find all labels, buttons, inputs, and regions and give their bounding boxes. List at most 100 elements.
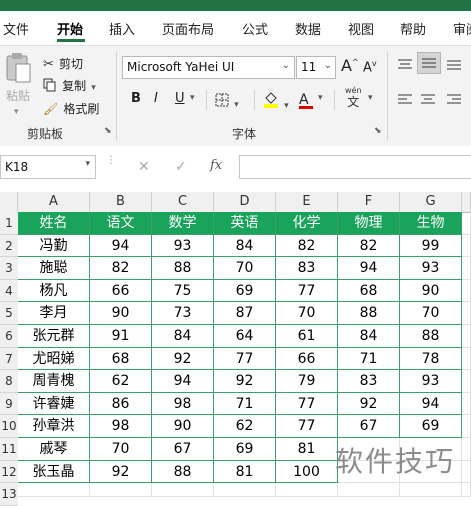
table-cell[interactable]: 75 <box>152 280 214 302</box>
table-cell[interactable] <box>462 302 471 325</box>
table-cell[interactable]: 99 <box>400 235 462 257</box>
table-cell[interactable]: 87 <box>214 302 276 325</box>
table-cell[interactable]: 84 <box>152 325 214 348</box>
column-header-e[interactable]: E <box>276 192 338 212</box>
column-header-d[interactable]: D <box>214 192 276 212</box>
table-cell[interactable]: 64 <box>214 325 276 348</box>
table-cell[interactable] <box>462 235 471 257</box>
table-cell[interactable] <box>462 483 471 497</box>
table-cell[interactable]: 69 <box>214 438 276 461</box>
chevron-down-icon[interactable]: ▾ <box>190 93 195 103</box>
table-cell[interactable]: 92 <box>152 348 214 370</box>
table-cell[interactable]: 62 <box>214 415 276 438</box>
table-cell[interactable]: 98 <box>90 415 152 438</box>
row-header-10[interactable]: 10 <box>0 415 18 438</box>
table-cell[interactable]: 82 <box>276 235 338 257</box>
table-cell[interactable]: 93 <box>152 235 214 257</box>
table-cell[interactable]: 81 <box>214 461 276 483</box>
column-header-b[interactable]: B <box>90 192 152 212</box>
font-size-select[interactable]: 11 ⌄ <box>296 56 336 79</box>
tab-1[interactable]: 开始 <box>57 19 83 38</box>
table-cell[interactable]: 67 <box>338 415 400 438</box>
table-cell[interactable]: 71 <box>214 393 276 415</box>
table-cell[interactable] <box>462 257 471 280</box>
grow-font-button[interactable]: A^ <box>341 56 359 75</box>
row-header-3[interactable]: 3 <box>0 257 18 280</box>
format-painter-button[interactable]: 🖌 格式刷 <box>43 98 99 116</box>
table-cell[interactable]: 83 <box>276 257 338 280</box>
table-cell[interactable]: 77 <box>214 348 276 370</box>
table-cell[interactable]: 69 <box>214 280 276 302</box>
table-cell[interactable] <box>462 461 471 483</box>
table-cell[interactable]: 杨凡 <box>18 280 90 302</box>
italic-button[interactable]: I <box>154 91 158 106</box>
table-cell[interactable]: 61 <box>276 325 338 348</box>
font-color-button[interactable]: A <box>299 89 313 109</box>
table-cell[interactable]: 91 <box>90 325 152 348</box>
table-cell[interactable]: 92 <box>90 461 152 483</box>
column-header-f[interactable]: F <box>338 192 400 212</box>
table-cell[interactable]: 戚琴 <box>18 438 90 461</box>
table-cell[interactable] <box>462 348 471 370</box>
table-cell[interactable] <box>276 483 338 497</box>
table-cell[interactable]: 93 <box>400 257 462 280</box>
table-cell[interactable]: 70 <box>90 438 152 461</box>
paste-dropdown[interactable]: ▾ <box>14 107 19 117</box>
tab-6[interactable]: 视图 <box>348 19 374 38</box>
table-cell[interactable] <box>462 415 471 438</box>
table-cell[interactable]: 77 <box>276 415 338 438</box>
chevron-down-icon[interactable]: ▾ <box>368 93 373 103</box>
dialog-launcher-icon[interactable]: ⬊ <box>374 126 382 136</box>
table-cell[interactable]: 70 <box>214 257 276 280</box>
font-name-select[interactable]: Microsoft YaHei UI ⌄ <box>122 56 295 79</box>
tab-4[interactable]: 公式 <box>242 19 268 38</box>
table-cell[interactable]: 69 <box>400 415 462 438</box>
table-cell[interactable] <box>400 483 462 497</box>
table-cell[interactable]: 李月 <box>18 302 90 325</box>
underline-button[interactable]: U <box>175 91 185 106</box>
table-cell[interactable]: 90 <box>400 280 462 302</box>
table-cell[interactable]: 62 <box>90 370 152 393</box>
table-cell[interactable]: 78 <box>400 348 462 370</box>
table-cell[interactable]: 92 <box>214 370 276 393</box>
table-cell[interactable]: 88 <box>400 325 462 348</box>
table-cell[interactable] <box>152 483 214 497</box>
formula-input[interactable] <box>239 155 471 179</box>
name-box[interactable]: K18 ▾ <box>0 155 96 179</box>
chevron-down-icon[interactable]: ▾ <box>318 93 323 103</box>
row-header-4[interactable]: 4 <box>0 280 18 302</box>
row-header-8[interactable]: 8 <box>0 370 18 393</box>
table-cell[interactable]: 施聪 <box>18 257 90 280</box>
row-header-2[interactable]: 2 <box>0 235 18 257</box>
table-cell[interactable]: 93 <box>400 370 462 393</box>
align-center-button[interactable] <box>420 92 436 111</box>
insert-function-button[interactable]: fx <box>210 158 222 173</box>
table-cell[interactable]: 94 <box>152 370 214 393</box>
table-cell[interactable] <box>18 483 90 497</box>
copy-button[interactable]: 复制 ▾ <box>43 75 96 93</box>
tab-7[interactable]: 帮助 <box>400 19 426 38</box>
table-cell[interactable]: 66 <box>276 348 338 370</box>
row-header-1[interactable]: 1 <box>0 212 18 235</box>
table-cell[interactable]: 79 <box>276 370 338 393</box>
table-cell[interactable]: 90 <box>90 302 152 325</box>
bold-button[interactable]: B <box>131 91 141 106</box>
table-cell[interactable]: 71 <box>338 348 400 370</box>
shrink-font-button[interactable]: Av <box>363 59 377 75</box>
column-header-c[interactable]: C <box>152 192 214 212</box>
table-cell[interactable] <box>462 438 471 461</box>
row-header-5[interactable]: 5 <box>0 302 18 325</box>
table-cell[interactable]: 周青槐 <box>18 370 90 393</box>
select-all-corner[interactable] <box>0 192 18 212</box>
table-cell[interactable]: 94 <box>90 235 152 257</box>
align-left-button[interactable] <box>397 92 413 111</box>
table-cell[interactable]: 83 <box>338 370 400 393</box>
table-cell[interactable]: 70 <box>276 302 338 325</box>
table-cell[interactable]: 68 <box>338 280 400 302</box>
table-cell[interactable]: 孙章洪 <box>18 415 90 438</box>
dialog-launcher-icon[interactable]: ⬊ <box>104 126 112 136</box>
table-cell[interactable]: 张元群 <box>18 325 90 348</box>
paste-button[interactable]: 粘贴 <box>4 52 34 107</box>
row-header-6[interactable]: 6 <box>0 325 18 348</box>
table-cell[interactable]: 68 <box>90 348 152 370</box>
